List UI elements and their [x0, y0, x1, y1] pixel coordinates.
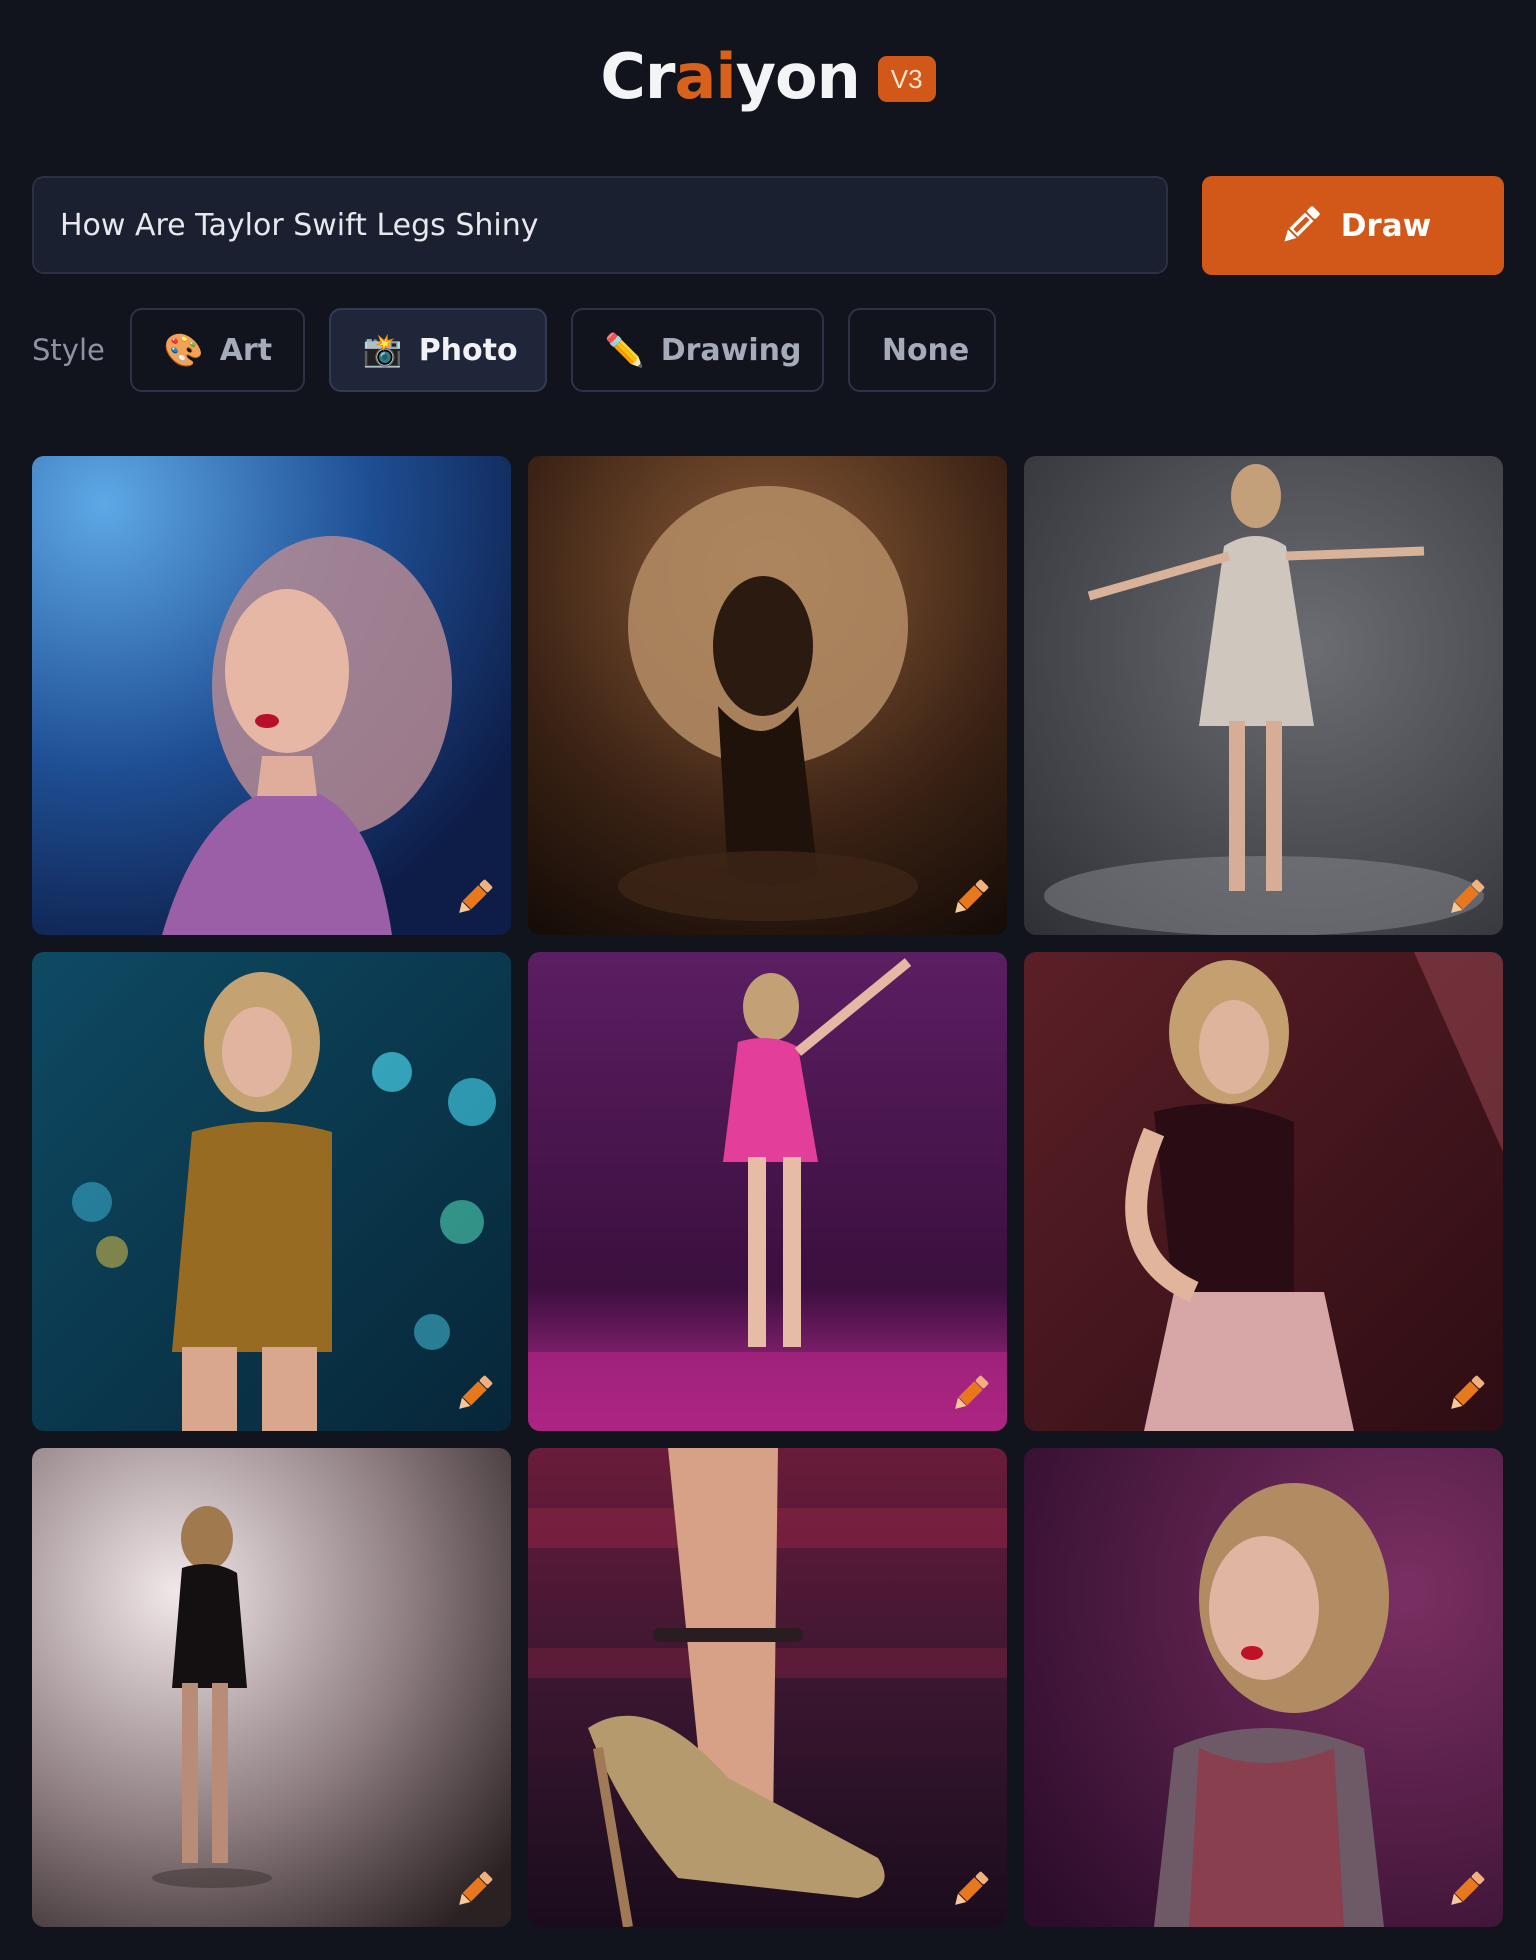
style-option-label: Drawing [660, 332, 802, 368]
result-image[interactable] [32, 952, 511, 1431]
result-image-content [1024, 952, 1503, 1431]
logo-accent: ai [674, 40, 737, 113]
result-image-content [528, 1448, 1007, 1927]
result-image[interactable] [528, 1448, 1007, 1927]
style-option-none[interactable]: None [847, 308, 996, 392]
version-badge: V3 [877, 56, 936, 102]
pencil-icon: ✏️ [604, 331, 645, 369]
prompt-input[interactable] [32, 176, 1168, 274]
result-image-content [1024, 456, 1503, 935]
style-option-label: Photo [418, 332, 518, 368]
edit-pencil-icon[interactable] [451, 1371, 497, 1417]
style-selector: Style 🎨 Art 📸 Photo ✏️ Drawing None [32, 308, 996, 392]
draw-button[interactable]: Draw [1202, 176, 1504, 275]
result-image[interactable] [1024, 1448, 1503, 1927]
edit-pencil-icon[interactable] [451, 875, 497, 921]
result-image[interactable] [528, 952, 1007, 1431]
result-image[interactable] [1024, 456, 1503, 935]
edit-pencil-icon[interactable] [947, 875, 993, 921]
result-image[interactable] [528, 456, 1007, 935]
logo-prefix: Cr [600, 40, 675, 113]
pencil-icon [1284, 205, 1320, 242]
style-option-drawing[interactable]: ✏️ Drawing [570, 308, 824, 392]
result-image-content [32, 456, 511, 935]
style-option-art[interactable]: 🎨 Art [129, 308, 305, 392]
result-image-content [528, 456, 1007, 935]
result-image-content [32, 952, 511, 1431]
result-image-content [528, 952, 1007, 1431]
result-image[interactable] [1024, 952, 1503, 1431]
edit-pencil-icon[interactable] [947, 1371, 993, 1417]
style-label: Style [32, 333, 105, 367]
edit-pencil-icon[interactable] [1443, 875, 1489, 921]
results-grid [32, 456, 1504, 1927]
logo-suffix: yon [735, 40, 861, 113]
logo-wordmark: Craiyon [600, 46, 860, 108]
craiyon-page: Craiyon V3 Draw Style 🎨 Art 📸 Photo ✏️ D… [0, 0, 1536, 1960]
result-image[interactable] [32, 1448, 511, 1927]
result-image[interactable] [32, 456, 511, 935]
style-option-label: Art [219, 332, 273, 368]
style-option-photo[interactable]: 📸 Photo [328, 308, 547, 392]
result-image-content [1024, 1448, 1503, 1927]
edit-pencil-icon[interactable] [451, 1867, 497, 1913]
edit-pencil-icon[interactable] [947, 1867, 993, 1913]
edit-pencil-icon[interactable] [1443, 1867, 1489, 1913]
style-option-label: None [881, 332, 970, 368]
palette-icon: 🎨 [163, 331, 204, 369]
draw-button-label: Draw [1340, 207, 1432, 244]
camera-flash-icon: 📸 [362, 331, 403, 369]
result-image-content [32, 1448, 511, 1927]
app-logo[interactable]: Craiyon V3 [0, 46, 1536, 108]
edit-pencil-icon[interactable] [1443, 1371, 1489, 1417]
